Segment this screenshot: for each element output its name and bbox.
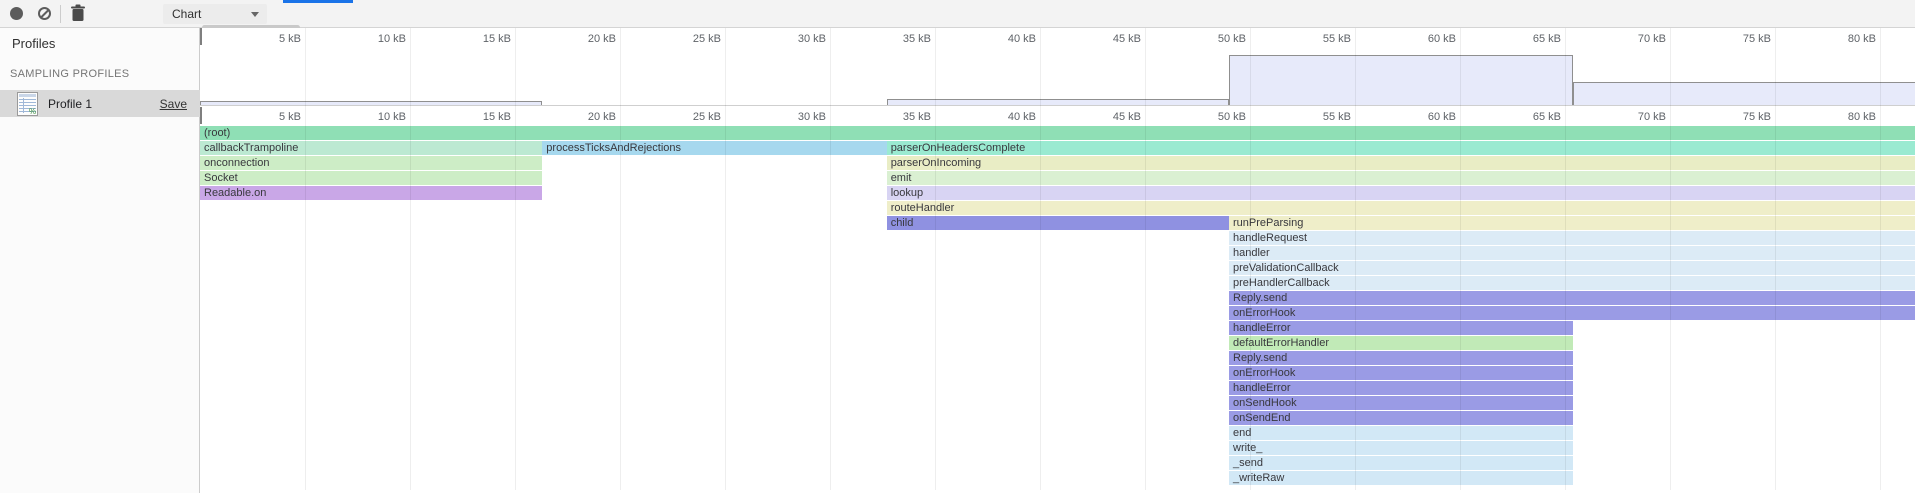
flame-bar[interactable]: preHandlerCallback (1229, 276, 1915, 290)
chart-area: 5 kB10 kB15 kB20 kB25 kB30 kB35 kB40 kB4… (200, 28, 1915, 493)
record-button[interactable] (5, 4, 29, 24)
flame-bar[interactable]: _send (1229, 456, 1573, 470)
svg-text:%: % (29, 107, 36, 116)
flame-bar[interactable]: write_ (1229, 441, 1573, 455)
toolbar-divider (60, 5, 61, 23)
flame-chart: (root)callbackTrampolineprocessTicksAndR… (200, 28, 1915, 493)
flame-bar[interactable]: Readable.on (200, 186, 542, 200)
gridline (620, 28, 621, 490)
flame-bar[interactable]: Socket (200, 171, 542, 185)
flame-bar[interactable]: child (887, 216, 1229, 230)
gridline (830, 28, 831, 490)
chart-view-select-value: Chart (172, 7, 201, 21)
gridline (1565, 28, 1566, 490)
clear-icon (38, 7, 51, 20)
clear-profiles-button[interactable] (33, 4, 57, 24)
flame-bar[interactable]: preValidationCallback (1229, 261, 1915, 275)
flame-bar[interactable]: processTicksAndRejections (542, 141, 886, 155)
flame-bar[interactable]: callbackTrampoline (200, 141, 542, 155)
gridline (1355, 28, 1356, 490)
sidebar-item-profile-1[interactable]: % Profile 1 Save (0, 90, 200, 117)
flame-bar[interactable]: _writeRaw (1229, 471, 1573, 485)
gridline (1250, 28, 1251, 490)
flame-bar[interactable]: handleError (1229, 381, 1573, 395)
profiles-sidebar: Profiles SAMPLING PROFILES % Profile 1 S… (0, 28, 200, 493)
sampling-profiles-section-label: SAMPLING PROFILES (10, 68, 129, 80)
flame-bar[interactable]: handleError (1229, 321, 1573, 335)
flame-bar[interactable]: runPreParsing (1229, 216, 1915, 230)
profile-heap-icon: % (17, 92, 38, 116)
gridline (725, 28, 726, 490)
flame-bar[interactable]: onErrorHook (1229, 366, 1573, 380)
delete-profile-button[interactable] (66, 4, 90, 24)
chevron-down-icon (251, 12, 259, 17)
gridline (1775, 28, 1776, 490)
memory-profiler-panel: Chart Profiles SAMPLING PROFILES % Profi… (0, 0, 1915, 493)
gridline (1880, 28, 1881, 490)
profiles-title: Profiles (12, 36, 55, 51)
gridline (515, 28, 516, 490)
toolbar: Chart (0, 0, 1915, 28)
flame-bar[interactable]: onErrorHook (1229, 306, 1915, 320)
chart-view-select[interactable]: Chart (163, 4, 267, 24)
gridline (1460, 28, 1461, 490)
flame-bar[interactable]: defaultErrorHandler (1229, 336, 1573, 350)
flame-bar[interactable]: (root) (200, 126, 1915, 140)
flame-bar[interactable]: handler (1229, 246, 1915, 260)
save-profile-link[interactable]: Save (160, 97, 187, 111)
gridline (1040, 28, 1041, 490)
gridline (935, 28, 936, 490)
gridline (305, 28, 306, 490)
accent-strip (283, 0, 353, 3)
gridline (1145, 28, 1146, 490)
flame-bar[interactable]: onSendHook (1229, 396, 1573, 410)
record-icon (10, 7, 23, 20)
gridline (410, 28, 411, 490)
flame-bar[interactable]: handleRequest (1229, 231, 1915, 245)
trash-icon (70, 4, 86, 22)
flame-bar[interactable]: end (1229, 426, 1573, 440)
flame-bar[interactable]: Reply.send (1229, 291, 1915, 305)
flame-bar[interactable]: onSendEnd (1229, 411, 1573, 425)
flame-bar[interactable]: onconnection (200, 156, 542, 170)
gridline (1670, 28, 1671, 490)
profile-name: Profile 1 (48, 97, 92, 111)
flame-bar[interactable]: Reply.send (1229, 351, 1573, 365)
